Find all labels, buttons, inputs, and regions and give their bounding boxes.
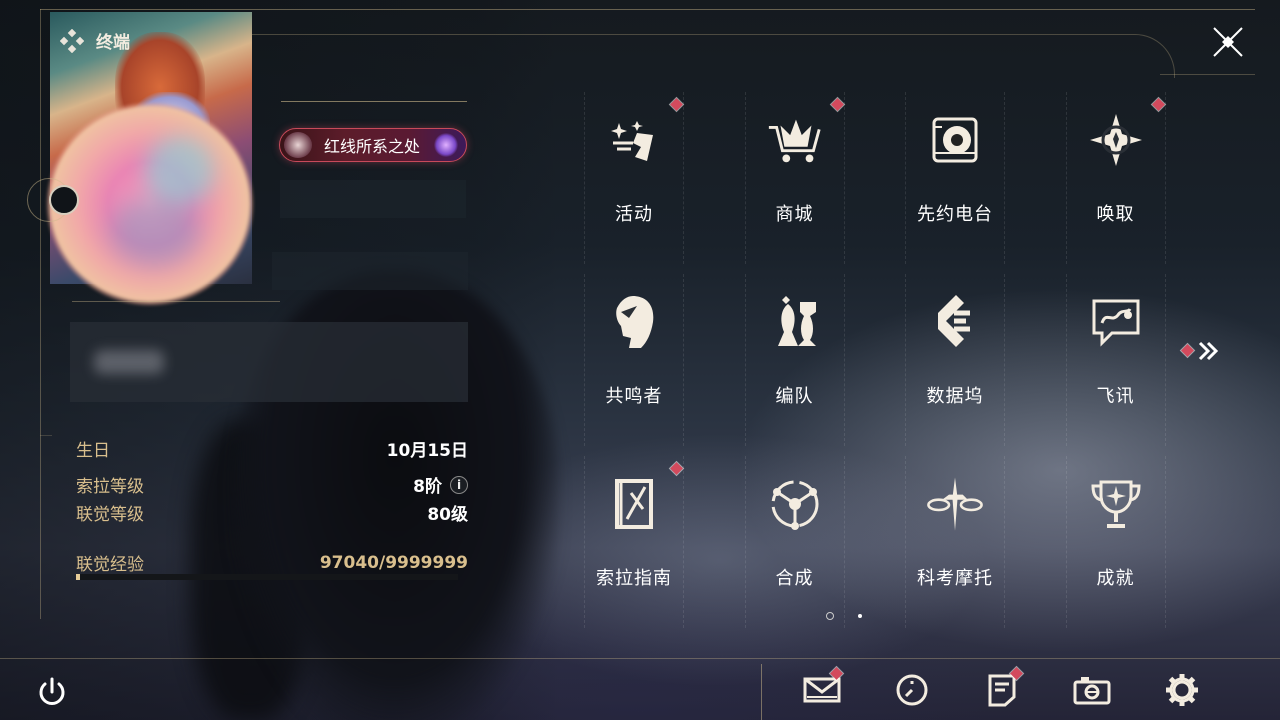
menu-item-synthesis[interactable]: 合成	[720, 462, 870, 589]
badge-dot	[830, 98, 844, 111]
union-exp-row: 联觉经验 97040/9999999	[76, 550, 468, 576]
notice-icon	[987, 673, 1017, 707]
frame-left-line	[40, 9, 41, 619]
page-dot-2[interactable]	[858, 614, 862, 618]
camera-button[interactable]	[1072, 670, 1112, 710]
avatar[interactable]	[50, 106, 250, 302]
menu-item-label: 共鸣者	[605, 386, 663, 407]
player-name-area	[280, 180, 466, 218]
activity-icon	[604, 110, 664, 170]
badge-text: 红线所系之处	[324, 137, 421, 156]
page-dot-1[interactable]	[826, 612, 834, 620]
chess-pieces-icon	[765, 292, 825, 352]
union-exp-progress-fill	[76, 574, 80, 580]
birthday-row: 生日 10月15日	[76, 436, 468, 461]
menu-item-label: 飞讯	[1096, 386, 1135, 407]
badge-dot	[670, 98, 683, 111]
synthesis-icon	[765, 474, 825, 534]
union-level-row: 联觉等级 80级	[76, 500, 468, 525]
avatar-edit-button[interactable]	[49, 185, 79, 215]
sola-level-value-wrap: 8阶 i	[413, 472, 468, 497]
gear-icon	[1164, 672, 1200, 708]
menu-item-trophy[interactable]: 成就	[1041, 462, 1191, 589]
sola-level-label: 索拉等级	[76, 477, 144, 497]
page-indicator	[826, 612, 862, 620]
menu-item-radio-speaker[interactable]: 先约电台	[880, 98, 1030, 225]
menu-item-guide-book[interactable]: 索拉指南	[559, 462, 709, 589]
trophy-icon	[1086, 474, 1146, 534]
avatar-art-detail	[110, 196, 200, 266]
close-button[interactable]	[1208, 24, 1248, 60]
next-page-button[interactable]	[1178, 336, 1224, 366]
frame-curve-line	[230, 34, 1175, 78]
frame-tick	[40, 435, 52, 436]
union-exp-progress-bar	[76, 574, 458, 580]
signature-box[interactable]	[70, 322, 468, 402]
menu-item-character-head[interactable]: 共鸣者	[559, 280, 709, 407]
chat-message-icon	[1086, 292, 1146, 352]
menu-item-compass-star[interactable]: 唤取	[1041, 98, 1191, 225]
player-id-area	[272, 252, 468, 290]
badge-dot	[670, 462, 683, 475]
birthday-value: 10月15日	[386, 441, 468, 461]
notice-button[interactable]	[982, 667, 1023, 710]
settings-button[interactable]	[1162, 670, 1202, 710]
power-icon	[39, 677, 65, 705]
menu-item-shop-basket[interactable]: 商城	[720, 98, 870, 225]
character-head-icon	[604, 292, 664, 352]
bottom-bar-separator	[761, 664, 762, 720]
menu-item-chess-pieces[interactable]: 编队	[720, 280, 870, 407]
union-level-label: 联觉等级	[76, 505, 144, 525]
menu-item-label: 商城	[775, 204, 814, 225]
data-bank-icon	[925, 292, 985, 352]
union-exp-value: 97040/9999999	[319, 552, 468, 573]
signature-text-redacted	[94, 350, 164, 374]
mail-button[interactable]	[802, 667, 843, 710]
menu-item-label: 合成	[775, 568, 814, 589]
badge-sparkle-icon	[434, 133, 458, 157]
profile-divider-bottom	[72, 301, 280, 302]
panel-title: 终端	[60, 28, 130, 53]
menu-item-data-bank[interactable]: 数据坞	[880, 280, 1030, 407]
menu-item-chat-message[interactable]: 飞讯	[1041, 280, 1191, 407]
menu-item-label: 活动	[615, 204, 653, 225]
info-icon[interactable]: i	[450, 475, 468, 494]
compass-star-icon	[1086, 110, 1146, 170]
sola-level-value: 8阶	[413, 477, 442, 497]
union-exp-label: 联觉经验	[76, 555, 144, 575]
frame-top-line	[40, 9, 1255, 10]
clock-icon	[895, 673, 929, 707]
badge-portrait-icon	[284, 132, 312, 158]
menu-item-label: 唤取	[1096, 204, 1135, 225]
shop-basket-icon	[765, 110, 825, 170]
camera-icon	[1073, 675, 1111, 705]
close-icon	[1213, 27, 1243, 57]
menu-item-label: 科考摩托	[917, 568, 993, 589]
birthday-label: 生日	[76, 441, 110, 461]
menu-item-motorbike[interactable]: 科考摩托	[880, 462, 1030, 589]
menu-item-label: 先约电台	[917, 204, 993, 225]
frame-curve-line-end	[1160, 74, 1255, 75]
title-badge[interactable]: 红线所系之处	[279, 128, 467, 162]
radio-speaker-icon	[925, 110, 985, 170]
bottom-bar-line	[0, 658, 1280, 659]
menu-item-label: 成就	[1096, 568, 1135, 589]
menu-item-label: 编队	[775, 386, 814, 407]
badge-dot	[1151, 98, 1165, 111]
power-button[interactable]	[34, 674, 70, 710]
union-level-value: 80级	[427, 505, 468, 525]
motorbike-icon	[925, 474, 985, 534]
panel-title-text: 终端	[96, 33, 130, 53]
sola-level-row: 索拉等级 8阶 i	[76, 472, 468, 497]
profile-divider-top	[281, 101, 467, 102]
menu-item-label: 数据坞	[926, 386, 984, 407]
guide-book-icon	[604, 474, 664, 534]
menu-item-activity[interactable]: 活动	[559, 98, 709, 225]
menu-item-label: 索拉指南	[596, 568, 672, 589]
terminal-diamond-icon	[60, 28, 84, 53]
history-button[interactable]	[892, 670, 932, 710]
